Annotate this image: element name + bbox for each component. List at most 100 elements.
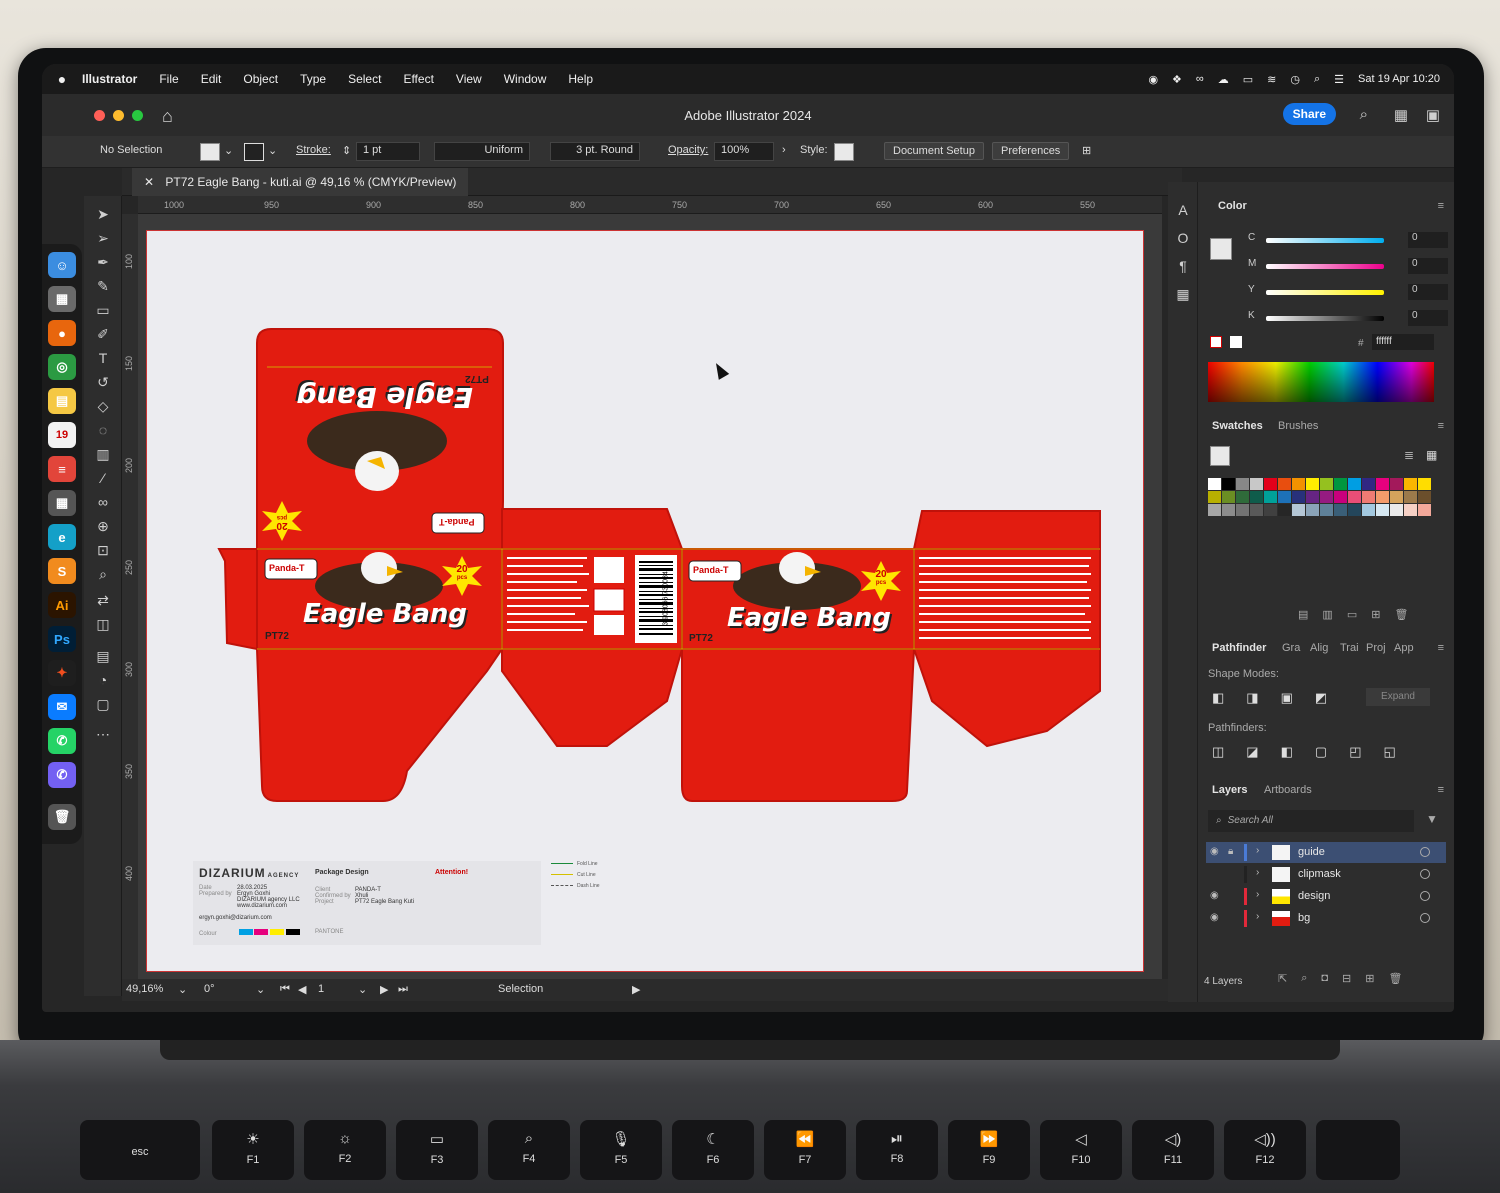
swatch-chip[interactable] — [1348, 478, 1361, 490]
artboard-tool-icon[interactable]: ⊡ — [92, 542, 114, 562]
intersect-icon[interactable]: ▣ — [1281, 690, 1293, 706]
layer-name[interactable]: bg — [1298, 912, 1310, 924]
rotation-dropdown-icon[interactable]: ⌄ — [256, 983, 265, 996]
black-slider[interactable]: K 0 % — [1248, 310, 1448, 326]
black-track[interactable] — [1266, 316, 1384, 321]
direct-selection-tool-icon[interactable]: ➢ — [92, 230, 114, 250]
swatch-library-icon[interactable]: ▤ — [1298, 608, 1308, 621]
messenger-icon[interactable]: ✉ — [48, 694, 76, 720]
swatch-chip[interactable] — [1376, 478, 1389, 490]
wifi-icon[interactable]: ≋ — [1267, 73, 1276, 86]
menubar-clock[interactable]: Sat 19 Apr 10:20 — [1358, 73, 1440, 85]
color-panel-title[interactable]: Color — [1218, 200, 1247, 212]
viber-icon[interactable]: ✆ — [48, 762, 76, 788]
swatch-chip[interactable] — [1320, 504, 1333, 516]
zoom-dropdown-icon[interactable]: ⌄ — [178, 983, 187, 996]
menu-select[interactable]: Select — [348, 72, 381, 86]
rectangle-tool-icon[interactable]: ▭ — [92, 302, 114, 322]
screen-mode-icon[interactable]: ▢ — [92, 696, 114, 716]
merge-icon[interactable]: ◧ — [1281, 744, 1293, 760]
opacity-field[interactable]: 100% — [714, 142, 774, 161]
battery-icon[interactable]: ▭ — [1243, 73, 1253, 86]
search-icon[interactable]: ⌕ — [1360, 106, 1368, 123]
swatch-chip[interactable] — [1264, 491, 1277, 503]
swatch-chip[interactable] — [1362, 491, 1375, 503]
stroke-color-swatch[interactable] — [244, 143, 264, 161]
white-color-icon[interactable] — [1230, 336, 1242, 348]
swatch-chip[interactable] — [1348, 504, 1361, 516]
swatch-chip[interactable] — [1208, 478, 1221, 490]
color-spectrum[interactable] — [1208, 362, 1434, 402]
menu-type[interactable]: Type — [300, 72, 326, 86]
more-tools-icon[interactable]: ⋯ — [92, 726, 114, 746]
outline-icon[interactable]: ◰ — [1349, 744, 1361, 760]
lasso-tool-icon[interactable]: ◌ — [92, 422, 114, 442]
minus-back-icon[interactable]: ◱ — [1383, 744, 1395, 760]
pathfinder-tab[interactable]: Pathfinder — [1212, 642, 1266, 654]
selection-tool-icon[interactable]: ➤ — [92, 206, 114, 226]
swatch-chip[interactable] — [1306, 478, 1319, 490]
vertical-ruler[interactable]: 100 150 200 250 300 350 400 — [122, 214, 138, 979]
artboards-tab[interactable]: Artboards — [1264, 784, 1312, 796]
export-icon[interactable]: ⇱ — [1278, 972, 1287, 985]
artboard[interactable]: Eagle Bang PT72 Eagle Bang PT72 Eagle Ba… — [146, 230, 1144, 972]
meta-icon[interactable]: ∞ — [1196, 73, 1204, 85]
cyan-slider[interactable]: C 0 % — [1248, 232, 1448, 248]
target-circle-icon[interactable] — [1420, 891, 1430, 901]
delete-layer-icon[interactable]: 🗑 — [1388, 972, 1402, 985]
last-artboard-icon[interactable]: ⏭ — [398, 983, 408, 996]
visibility-eye-icon[interactable]: ◉ — [1210, 890, 1219, 901]
divide-icon[interactable]: ◫ — [1212, 744, 1224, 760]
firefox-icon[interactable]: ● — [48, 320, 76, 346]
make-clipping-mask-icon[interactable]: ◘ — [1321, 972, 1328, 985]
close-tab-icon[interactable]: ✕ — [144, 175, 154, 189]
brush-definition[interactable]: 3 pt. Round — [550, 142, 640, 161]
cyan-value[interactable]: 0 — [1408, 232, 1448, 248]
prev-artboard-icon[interactable]: ◀ — [298, 983, 306, 996]
swatch-chip[interactable] — [1292, 491, 1305, 503]
layer-row-clipmask[interactable]: › clipmask — [1206, 864, 1446, 885]
unite-icon[interactable]: ◧ — [1212, 690, 1224, 706]
stroke-weight-field[interactable]: 1 pt — [356, 142, 420, 161]
swatch-chip[interactable] — [1306, 504, 1319, 516]
swatch-chip[interactable] — [1348, 491, 1361, 503]
paragraph-icon[interactable]: ¶ — [1172, 258, 1194, 278]
color-mode-icon[interactable]: ▤ — [92, 648, 114, 668]
black-value[interactable]: 0 — [1408, 310, 1448, 326]
whatsapp-icon[interactable]: ✆ — [48, 728, 76, 754]
swatch-chip[interactable] — [1250, 478, 1263, 490]
swatch-chip[interactable] — [1222, 478, 1235, 490]
lock-icon[interactable]: 🔒︎ — [1228, 846, 1233, 857]
image-trace-icon[interactable]: ▦ — [1172, 286, 1194, 306]
trim-icon[interactable]: ◪ — [1246, 744, 1258, 760]
swatch-chip[interactable] — [1334, 491, 1347, 503]
magenta-track[interactable] — [1266, 264, 1384, 269]
fill-stroke-indicator-icon[interactable]: ◫ — [92, 616, 114, 636]
expand-chevron-icon[interactable]: › — [1256, 845, 1259, 856]
share-button[interactable]: Share — [1282, 103, 1336, 125]
none-color-icon[interactable] — [1210, 336, 1222, 348]
blend-tool-icon[interactable]: ∞ — [92, 494, 114, 514]
layer-name[interactable]: design — [1298, 890, 1330, 902]
swatch-chip[interactable] — [1390, 504, 1403, 516]
swatch-chip[interactable] — [1362, 478, 1375, 490]
swatch-chip[interactable] — [1236, 491, 1249, 503]
show-kinds-icon[interactable]: ▥ — [1322, 608, 1332, 621]
align-tab[interactable]: Alig — [1310, 642, 1328, 654]
list-view-icon[interactable]: ≣ — [1404, 448, 1414, 462]
visibility-eye-icon[interactable]: ◉ — [1210, 912, 1219, 923]
artboard-dropdown-icon[interactable]: ⌄ — [358, 983, 367, 996]
calendar-icon[interactable]: 19 — [48, 422, 76, 448]
swatch-chip[interactable] — [1404, 504, 1417, 516]
yellow-slider[interactable]: Y 0 % — [1248, 284, 1448, 300]
arrange-icon[interactable]: ⊞ — [1082, 144, 1091, 157]
new-sublayer-icon[interactable]: ⊟ — [1342, 972, 1351, 985]
eyedropper-tool-icon[interactable]: ⁄ — [92, 470, 114, 490]
swatch-chip[interactable] — [1362, 504, 1375, 516]
control-center-icon[interactable]: ☰ — [1334, 73, 1344, 86]
expand-chevron-icon[interactable]: › — [1256, 867, 1259, 878]
swatch-chip[interactable] — [1334, 504, 1347, 516]
pathfinder-menu-icon[interactable]: ≡ — [1438, 642, 1444, 654]
chrome-icon[interactable]: ◎ — [48, 354, 76, 380]
swatch-chip[interactable] — [1250, 491, 1263, 503]
